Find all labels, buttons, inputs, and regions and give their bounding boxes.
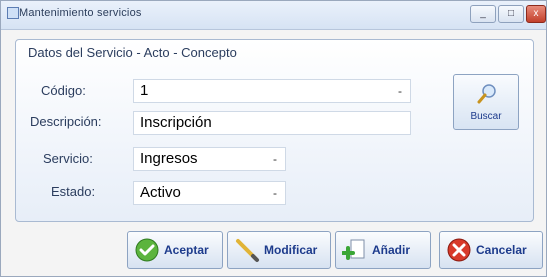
- servicio-combo[interactable]: Ingresos -: [133, 147, 286, 171]
- cancel-icon: [447, 238, 471, 262]
- window-title: Mantenimiento servicios: [19, 7, 142, 19]
- servicio-value: Ingresos: [140, 150, 198, 167]
- aceptar-label: Aceptar: [164, 243, 209, 257]
- chevron-down-icon[interactable]: -: [398, 80, 402, 102]
- anadir-button[interactable]: Añadir: [335, 231, 431, 269]
- close-button[interactable]: x: [526, 5, 546, 23]
- cancelar-button[interactable]: Cancelar: [439, 231, 543, 269]
- dialog-window: Mantenimiento servicios _ □ x Datos del …: [0, 0, 547, 277]
- chevron-down-icon[interactable]: -: [273, 182, 277, 204]
- codigo-value: 1: [140, 82, 149, 99]
- descripcion-label: Descripción:: [30, 114, 102, 129]
- codigo-label: Código:: [41, 83, 86, 98]
- modificar-button[interactable]: Modificar: [227, 231, 331, 269]
- search-icon: [477, 84, 496, 104]
- buscar-button[interactable]: Buscar: [453, 74, 519, 130]
- anadir-label: Añadir: [372, 243, 411, 257]
- estado-value: Activo: [140, 184, 181, 201]
- servicio-label: Servicio:: [43, 151, 93, 166]
- title-bar: Mantenimiento servicios _ □ x: [1, 1, 546, 30]
- group-title: Datos del Servicio - Acto - Concepto: [28, 45, 237, 60]
- estado-combo[interactable]: Activo -: [133, 181, 286, 205]
- minimize-button[interactable]: _: [470, 5, 496, 23]
- chevron-down-icon[interactable]: -: [273, 148, 277, 170]
- buscar-label: Buscar: [470, 111, 502, 122]
- descripcion-input[interactable]: Inscripción: [133, 111, 411, 135]
- estado-label: Estado:: [51, 184, 96, 199]
- pencil-icon: [236, 239, 259, 262]
- app-icon: [7, 7, 19, 19]
- cancelar-label: Cancelar: [476, 243, 527, 257]
- modificar-label: Modificar: [264, 243, 318, 257]
- aceptar-button[interactable]: Aceptar: [127, 231, 223, 269]
- check-icon: [135, 238, 159, 262]
- descripcion-value: Inscripción: [140, 114, 212, 131]
- maximize-button[interactable]: □: [498, 5, 524, 23]
- add-document-icon: [342, 239, 365, 260]
- codigo-combo[interactable]: 1 -: [133, 79, 411, 103]
